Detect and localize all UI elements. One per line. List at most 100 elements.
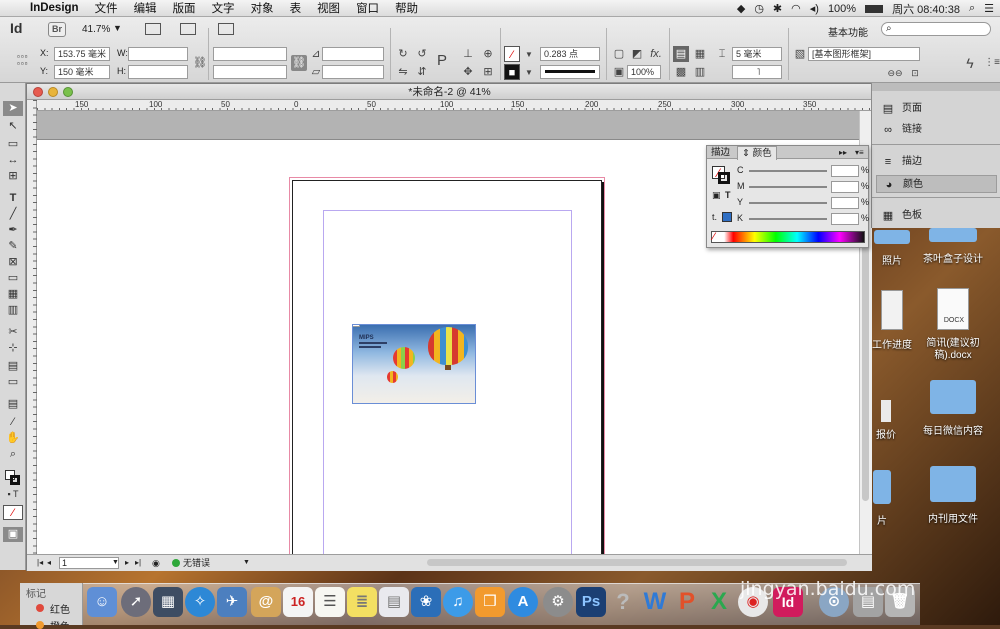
page-dropdown-icon[interactable]: ▼ [112,555,119,571]
menu-type[interactable]: 文字 [204,0,243,16]
last-color-icon[interactable]: t. [712,212,717,222]
rotate-cw-icon[interactable]: ↻ [395,46,411,62]
panel-pages[interactable]: ▤ 页面 [876,100,997,118]
wps-writer-icon[interactable]: W [640,587,670,617]
fx-effects-icon[interactable]: fx. [648,46,664,62]
object-style-select[interactable]: [基本图形框架] [808,47,920,61]
x-position-input[interactable]: 153.75 毫米 [54,47,110,61]
system-preferences-icon[interactable]: ⚙ [543,587,573,617]
contacts-icon[interactable]: @ [251,587,281,617]
screen-mode-icon[interactable] [180,23,196,35]
rotation-angle-input[interactable] [322,47,384,61]
page-number-input[interactable]: 1 [59,557,119,569]
flip-vertical-icon[interactable]: ⇵ [414,64,430,80]
flip-horizontal-icon[interactable]: ⇋ [395,64,411,80]
close-window-button[interactable] [33,87,43,97]
desktop-folder-daily-wechat[interactable]: 每日微信内容 [918,380,988,442]
safari-icon[interactable]: ✧ [185,587,215,617]
menu-table[interactable]: 表 [282,0,310,16]
bridge-button[interactable]: Br [48,22,66,37]
y-position-input[interactable]: 150 毫米 [54,65,110,79]
type-tool-icon[interactable]: T [3,191,23,206]
drop-shadow-icon[interactable]: ▢ [611,46,627,62]
hand-tool-icon[interactable]: ✋ [3,431,23,446]
note-tool-icon[interactable]: ▤ [3,397,23,412]
stroke-dropdown-icon[interactable]: ▼ [521,65,537,81]
notes-icon[interactable]: ≣ [347,587,377,617]
menu-window[interactable]: 窗口 [348,0,387,16]
mission-control-icon[interactable]: ▦ [153,587,183,617]
yellow-slider[interactable] [749,202,827,204]
cyan-slider[interactable] [749,170,827,172]
selection-tool-icon[interactable]: ➤ [3,101,23,116]
pen-tool-icon[interactable]: ✒ [3,223,23,238]
height-input[interactable] [128,65,188,79]
stroke-swatch-icon[interactable]: ■ [504,64,520,80]
fill-dropdown-icon[interactable]: ▼ [521,47,537,63]
menu-help[interactable]: 帮助 [387,0,426,16]
photos-icon[interactable]: ❀ [411,587,441,617]
select-previous-icon[interactable]: ⊕ [480,46,496,62]
panel-dock-grip[interactable] [872,83,1000,91]
next-page-icon[interactable]: ▸ [125,555,129,571]
gradient-swatch-tool-icon[interactable]: ▤ [3,359,23,374]
spotlight-icon[interactable]: ⌕ [969,2,975,15]
preflight-profile-icon[interactable]: ◉ [152,555,160,571]
panel-links[interactable]: ∞ 链接 [876,121,997,139]
text-wrap-jump-icon[interactable]: ▥ [692,64,708,80]
yellow-input[interactable] [831,197,859,209]
panel-color[interactable]: ◕ 颜色 [876,175,997,193]
clear-overrides-icon[interactable]: ⊖⊖ [887,65,903,81]
formatting-affects-icon[interactable]: ▪ T [3,487,23,502]
help-search-input[interactable]: ⌕ [881,22,991,36]
magenta-input[interactable] [831,181,859,193]
scale-x-input[interactable] [213,47,287,61]
shear-angle-input[interactable] [322,65,384,79]
status-dropbox-icon[interactable]: ◆ [737,2,745,15]
select-container-icon[interactable]: ⊥ [460,46,476,62]
gradient-feather-tool-icon[interactable]: ▭ [3,375,23,390]
gap-input[interactable]: 5 毫米 [732,47,782,61]
placed-image-frame[interactable]: ∞ MIPS [352,324,476,404]
battery-level[interactable]: 100% [828,3,856,15]
app-store-icon[interactable]: A [508,587,538,617]
zoom-window-button[interactable] [63,87,73,97]
volume-icon[interactable]: ◂) [810,2,819,15]
bluetooth-icon[interactable]: ✱ [773,2,782,15]
pasteboard[interactable] [37,111,859,140]
ibooks-icon[interactable]: ❒ [475,587,505,617]
preflight-dropdown-icon[interactable]: ▼ [243,555,250,571]
desktop-file-newsletter-docx[interactable]: DOCX 简讯(建议初稿).docx [918,288,988,368]
scale-y-input[interactable] [213,65,287,79]
label-red[interactable]: 红色 [50,601,70,616]
fill-stroke-swatch-icon[interactable] [3,469,23,487]
magenta-slider[interactable] [749,186,827,188]
vertical-ruler[interactable] [27,100,37,554]
last-color-swatch[interactable] [722,212,732,222]
desktop-folder-photos[interactable]: 照片 [872,230,912,270]
cyan-input[interactable] [831,165,859,177]
photoshop-icon[interactable]: Ps [576,587,606,617]
reference-point-icon[interactable]: ▫▫▫ ▫▫▫ [17,53,31,68]
text-wrap-shape-icon[interactable]: ▩ [673,64,689,80]
page-tool-icon[interactable]: ▭ [3,137,23,152]
black-slider[interactable] [749,218,827,220]
text-wrap-none-icon[interactable]: ▤ [673,46,689,62]
direct-selection-tool-icon[interactable]: ↖ [3,119,23,134]
reminders-icon[interactable]: ☰ [315,587,345,617]
minimize-window-button[interactable] [48,87,58,97]
opacity-input[interactable]: 100% [627,65,661,79]
rectangle-tool-icon[interactable]: ▭ [3,271,23,286]
content-collector-icon[interactable]: ⊞ [3,169,23,184]
rotate-ccw-icon[interactable]: ↺ [414,46,430,62]
menu-object[interactable]: 对象 [243,0,282,16]
time-machine-icon[interactable]: ◷ [754,2,764,15]
constrain-proportions-icon[interactable]: ⛓ [192,55,208,71]
panel-menu-icon[interactable]: ⋮≡ [984,55,1000,71]
stroke-type-select[interactable] [540,65,600,79]
tab-color[interactable]: ⇕ 颜色 [737,146,777,160]
launchpad-icon[interactable]: ➚ [121,587,151,617]
itunes-icon[interactable]: ♫ [443,587,473,617]
stroke-weight-input[interactable]: 0.283 点 [540,47,600,61]
menu-app-name[interactable]: InDesign [22,2,87,14]
